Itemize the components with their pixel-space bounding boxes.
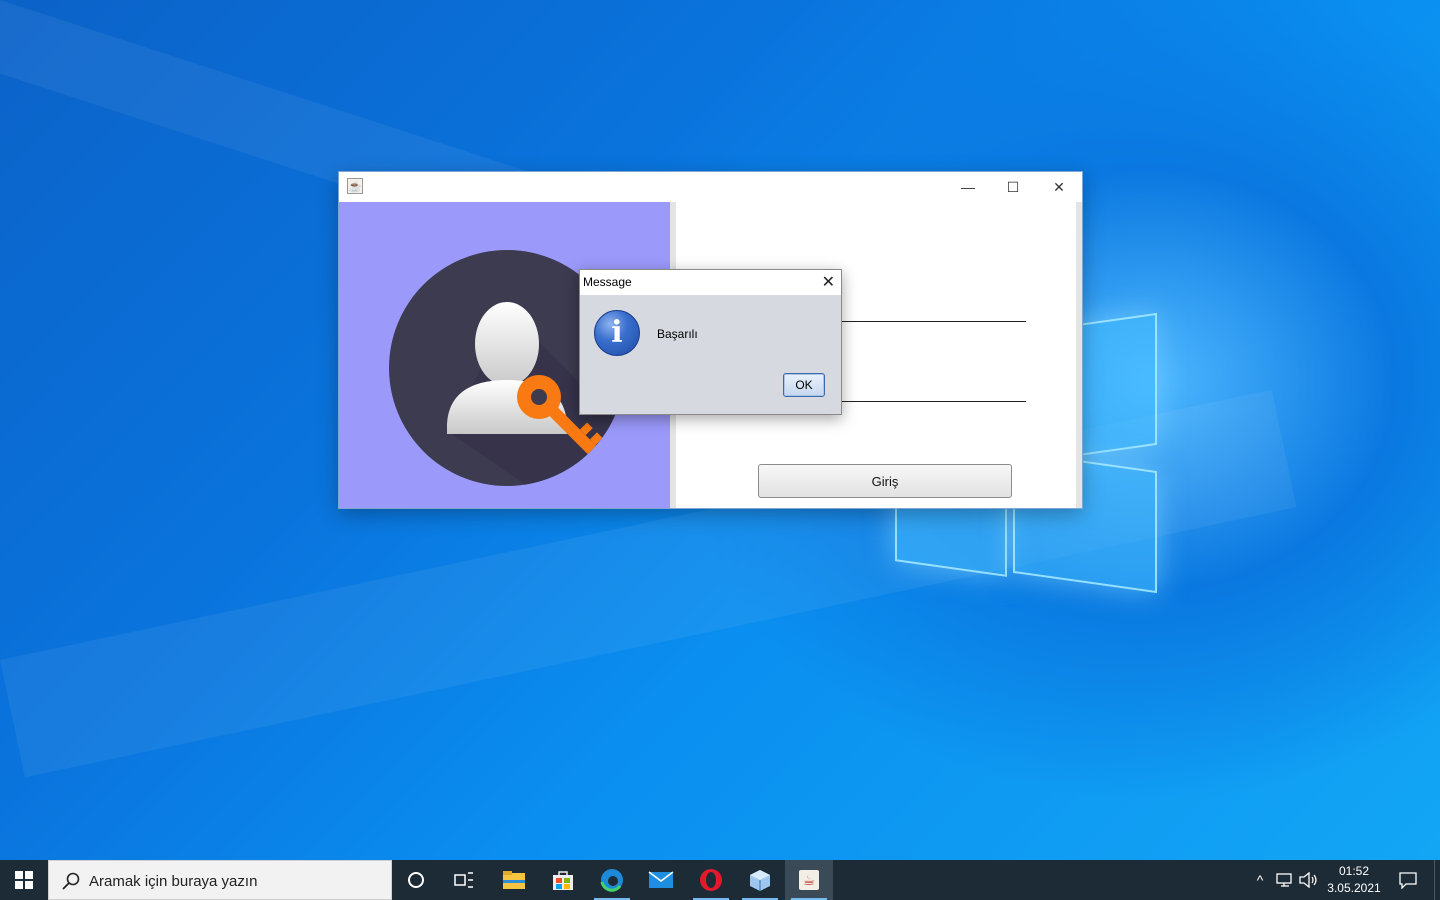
title-bar[interactable]: ☕ — ☐ ✕	[339, 172, 1082, 202]
message-dialog: Message ✕ i Başarılı OK	[579, 269, 842, 415]
search-placeholder: Aramak için buraya yazın	[89, 873, 258, 890]
volume-icon[interactable]	[1298, 860, 1320, 900]
clock-date: 3.05.2021	[1327, 881, 1381, 895]
info-icon: i	[594, 310, 640, 356]
clock[interactable]: 01:52 3.05.2021	[1322, 863, 1386, 897]
java-icon[interactable]: ☕	[785, 860, 833, 900]
network-icon[interactable]	[1274, 860, 1296, 900]
username-field[interactable]	[842, 321, 1026, 322]
window-border	[1076, 202, 1082, 508]
task-view-icon[interactable]	[440, 860, 488, 900]
dialog-message: Başarılı	[657, 327, 698, 341]
tray-chevron-icon[interactable]: ^	[1250, 860, 1270, 900]
edge-icon[interactable]	[588, 860, 636, 900]
mail-icon[interactable]	[637, 860, 685, 900]
opera-icon[interactable]	[687, 860, 735, 900]
dialog-title: Message	[583, 275, 632, 289]
notification-center-button[interactable]	[1390, 860, 1426, 900]
maximize-button[interactable]: ☐	[990, 172, 1036, 202]
svg-text:☕: ☕	[803, 873, 816, 889]
dialog-title-bar[interactable]: Message ✕	[580, 270, 841, 295]
taskbar-search[interactable]: Aramak için buraya yazın	[48, 860, 392, 900]
password-field[interactable]	[842, 401, 1026, 402]
clock-time: 01:52	[1338, 864, 1370, 878]
cortana-icon[interactable]	[392, 860, 440, 900]
minimize-button[interactable]: —	[945, 172, 991, 202]
virtualbox-icon[interactable]	[736, 860, 784, 900]
close-button[interactable]: ✕	[1036, 172, 1082, 202]
login-button[interactable]: Giriş	[758, 464, 1012, 498]
file-explorer-icon[interactable]	[490, 860, 538, 900]
ok-button[interactable]: OK	[783, 373, 825, 397]
search-icon	[62, 872, 80, 890]
java-icon: ☕	[347, 178, 363, 194]
notification-icon	[1399, 872, 1417, 889]
taskbar: Aramak için buraya yazın ☕ ^ 01:52 3.05.…	[0, 860, 1440, 900]
store-icon[interactable]	[539, 860, 587, 900]
dialog-close-button[interactable]: ✕	[822, 272, 835, 292]
windows-start-icon	[15, 871, 33, 889]
show-desktop-button[interactable]	[1434, 860, 1440, 900]
start-button[interactable]	[0, 860, 48, 900]
